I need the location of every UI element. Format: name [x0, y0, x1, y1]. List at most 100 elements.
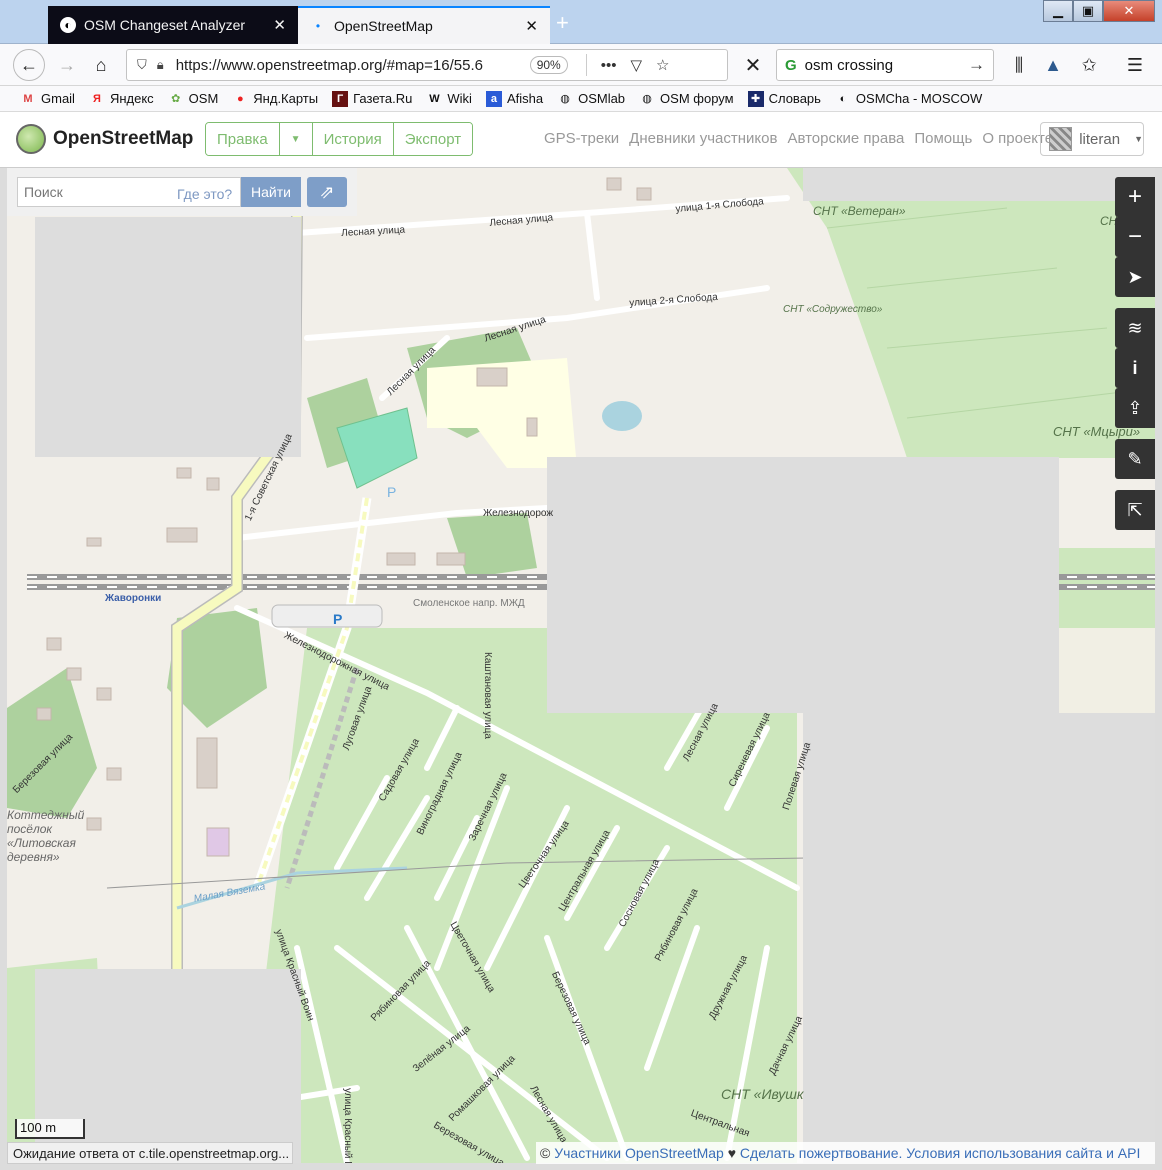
osm-logo[interactable]: OpenStreetMap [16, 124, 193, 154]
forward-button[interactable]: → [52, 51, 82, 79]
directions-icon[interactable]: ⇗ [307, 177, 347, 207]
bookmark-star-icon[interactable]: ☆ [656, 56, 669, 74]
gmail-icon: M [23, 92, 33, 105]
share-icon[interactable]: ⇪ [1115, 388, 1155, 428]
bookmark-wiki[interactable]: W Wiki [426, 91, 472, 107]
search-engine-icon[interactable]: G [785, 57, 797, 74]
search-query[interactable]: osm crossing [805, 57, 968, 74]
close-tab-icon[interactable]: ✕ [525, 17, 538, 35]
chevron-down-icon: ▼ [1134, 134, 1143, 144]
stop-loading-button[interactable]: ✕ [738, 51, 768, 79]
extension-icon[interactable]: ▲ [1038, 51, 1068, 79]
wikipedia-icon: W [429, 92, 440, 105]
query-features-icon[interactable]: ⇱ [1115, 490, 1155, 530]
back-button[interactable]: ← [13, 49, 45, 81]
geolocate-icon[interactable]: ➤ [1115, 257, 1155, 297]
shield-icon[interactable]: ⛉ [137, 57, 147, 73]
maximize-button[interactable]: ▣ [1073, 0, 1103, 22]
terms-link[interactable]: Условия использования сайта и API [906, 1145, 1140, 1161]
bookmark-osm[interactable]: ✿ OSM [168, 91, 218, 107]
parking-lot [271, 604, 383, 628]
close-window-button[interactable]: ✕ [1103, 0, 1155, 22]
zoom-out-button[interactable]: − [1115, 217, 1155, 257]
bookmark-osmlab[interactable]: ◍ OSMlab [557, 91, 625, 107]
user-menu-button[interactable]: literan ▼ [1040, 122, 1144, 156]
forest-area [447, 513, 537, 578]
add-note-icon[interactable]: ✎ [1115, 439, 1155, 479]
layers-icon[interactable]: ≋ [1115, 308, 1155, 348]
pocket-icon[interactable]: ▽ [630, 56, 642, 74]
nav-copyright[interactable]: Авторские права [787, 130, 904, 147]
bookmark-dictionary[interactable]: ✚ Словарь [747, 90, 821, 107]
map-label: Каштановая улица [482, 652, 493, 739]
loading-tile [547, 457, 1059, 713]
nav-diaries[interactable]: Дневники участников [629, 130, 777, 147]
export-button[interactable]: Экспорт [393, 123, 473, 155]
edit-button[interactable]: Правка [206, 123, 280, 155]
bookmark-osm-forum[interactable]: ◍ OSM форум [639, 91, 733, 107]
map-pin-icon: ● [236, 92, 244, 105]
bookmark-afisha[interactable]: a Afisha [485, 90, 543, 107]
edit-button-group: Правка ▼ История Экспорт [205, 122, 474, 156]
parking-icon: P [387, 484, 397, 500]
settlement-label: Коттеджный посёлок «Литовская деревня» [7, 808, 85, 864]
menu-icon[interactable]: ☰ [1120, 51, 1150, 79]
map-label: СНТ «Ветеран» [813, 204, 906, 218]
osmcha-icon: ◐ [60, 17, 76, 33]
home-button[interactable]: ⌂ [86, 51, 116, 79]
history-button[interactable]: История [312, 123, 394, 155]
station-label: Жаворонки [105, 593, 162, 604]
bookmark-yandex[interactable]: Я Яндекс [89, 91, 154, 107]
farmland-east [1057, 628, 1155, 713]
library-icon[interactable]: ⫼ [1004, 51, 1034, 79]
gazeta-icon: Г [332, 90, 349, 107]
osm-header: OpenStreetMap Правка ▼ История Экспорт G… [0, 112, 1162, 168]
magnifier-logo-icon [16, 124, 46, 154]
nav-gps-traces[interactable]: GPS-треки [544, 130, 619, 147]
site-name: OpenStreetMap [53, 128, 194, 149]
search-bar[interactable]: G osm crossing → [776, 49, 994, 81]
reader-star-icon[interactable]: ✩ [1074, 51, 1104, 79]
donate-link[interactable]: Сделать пожертвование. [740, 1145, 902, 1161]
where-is-this-link[interactable]: Где это? [177, 186, 232, 202]
map-canvas[interactable]: Лесная улица Лесная улица улица 1-я Слоб… [7, 168, 1155, 1163]
map-label: СНТ «Ивушк [721, 1086, 804, 1102]
url-separator [585, 54, 587, 76]
forest-area [7, 668, 97, 818]
parking-icon: P [333, 611, 343, 627]
bookmark-gmail[interactable]: M Gmail [20, 91, 75, 107]
more-actions-icon[interactable]: ••• [601, 57, 617, 74]
search-go-icon[interactable]: → [968, 55, 985, 75]
url-text[interactable]: https://www.openstreetmap.org/#map=16/55… [176, 57, 506, 74]
scale-bar: 100 m [15, 1119, 85, 1139]
copyright-symbol: © [540, 1145, 551, 1161]
yandex-icon: Я [93, 92, 101, 105]
lock-icon[interactable]: 🔒︎ [157, 57, 164, 73]
osm-nav-links: GPS-треки Дневники участников Авторские … [544, 130, 1063, 147]
close-tab-icon[interactable]: ✕ [273, 16, 286, 34]
loading-icon: • [315, 19, 321, 33]
find-button[interactable]: Найти [241, 177, 301, 207]
url-bar[interactable]: ⛉ 🔒︎ https://www.openstreetmap.org/#map=… [126, 49, 728, 81]
attribution: © Участники OpenStreetMap ♥ Сделать поже… [536, 1142, 1155, 1164]
bookmark-gazeta[interactable]: Г Газета.Ru [332, 90, 412, 107]
loading-tile [35, 217, 301, 457]
edit-dropdown-icon[interactable]: ▼ [279, 123, 313, 155]
status-bar: Ожидание ответа от c.tile.openstreetmap.… [7, 1142, 293, 1164]
zoom-level-badge[interactable]: 90% [529, 56, 568, 74]
tab-openstreetmap[interactable]: • OpenStreetMap ✕ [298, 6, 550, 44]
nav-help[interactable]: Помощь [914, 130, 972, 147]
contributors-link[interactable]: Участники OpenStreetMap [554, 1145, 724, 1161]
map-label: Смоленское напр. МЖД [413, 598, 525, 609]
info-icon[interactable]: i [1115, 348, 1155, 388]
bookmark-yandex-maps[interactable]: ● Янд.Карты [232, 91, 318, 107]
zoom-in-button[interactable]: + [1115, 177, 1155, 217]
heart-icon: ♥ [727, 1145, 737, 1161]
minimize-button[interactable]: ▁ [1043, 0, 1073, 22]
username: literan [1079, 130, 1121, 148]
browser-title-bar: ◐ OSM Changeset Analyzer ✕ • OpenStreetM… [0, 0, 1162, 44]
tab-osmcha[interactable]: ◐ OSM Changeset Analyzer ✕ [48, 6, 298, 44]
afisha-icon: a [485, 90, 502, 107]
bookmark-osmcha[interactable]: ◐ OSMCha - MOSCOW [835, 91, 983, 107]
new-tab-button[interactable]: + [556, 10, 569, 36]
